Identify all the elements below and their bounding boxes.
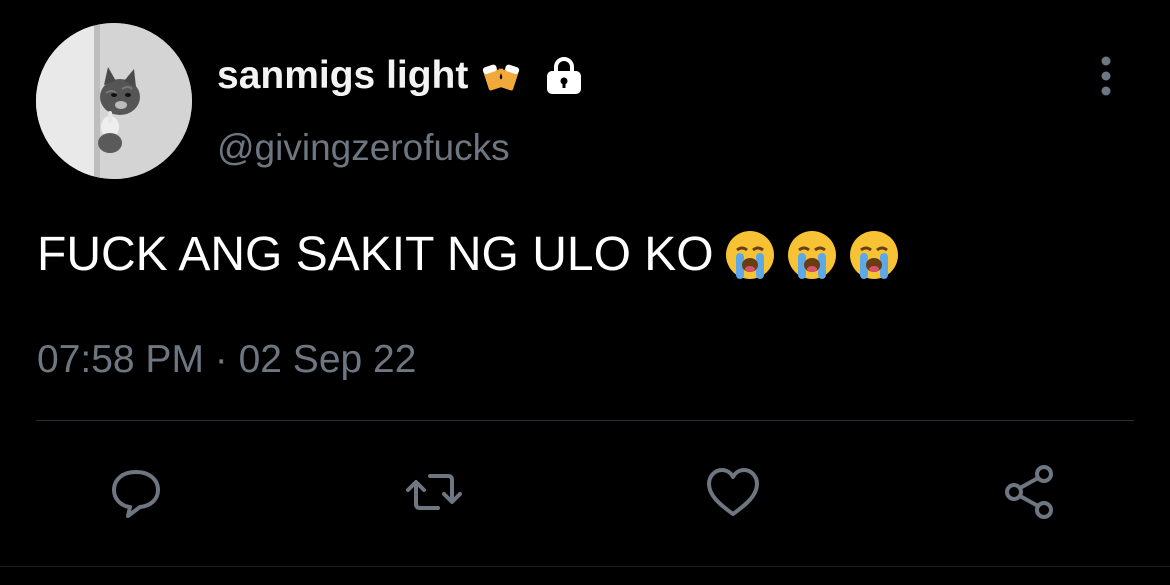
- beer-mugs-icon: [482, 57, 520, 95]
- cat-avatar-image: [36, 23, 192, 179]
- reply-button[interactable]: [106, 462, 166, 522]
- divider: [36, 420, 1134, 421]
- loudly-crying-face-icon: [848, 229, 900, 281]
- display-name[interactable]: sanmigs light: [217, 54, 468, 98]
- lock-icon: [542, 56, 586, 96]
- tweet-text-row: FUCK ANG SAKIT NG ULO KO: [37, 227, 900, 282]
- author-handle[interactable]: @givingzerofucks: [217, 127, 510, 169]
- share-icon: [1005, 465, 1053, 519]
- reply-icon: [112, 470, 160, 518]
- retweet-button[interactable]: [404, 462, 464, 522]
- bottom-divider: [0, 566, 1170, 567]
- tweet-text: FUCK ANG SAKIT NG ULO KO: [37, 228, 714, 281]
- like-button[interactable]: [703, 462, 763, 522]
- share-button[interactable]: [1000, 462, 1060, 522]
- tweet-timestamp[interactable]: 07:58 PM · 02 Sep 22: [37, 338, 416, 382]
- author-display-name-row: sanmigs light: [217, 54, 586, 98]
- loudly-crying-face-icon: [724, 229, 776, 281]
- avatar[interactable]: [36, 23, 192, 179]
- more-options-icon[interactable]: [1090, 54, 1122, 98]
- like-icon: [707, 468, 759, 516]
- loudly-crying-face-icon: [786, 229, 838, 281]
- retweet-icon: [406, 474, 462, 510]
